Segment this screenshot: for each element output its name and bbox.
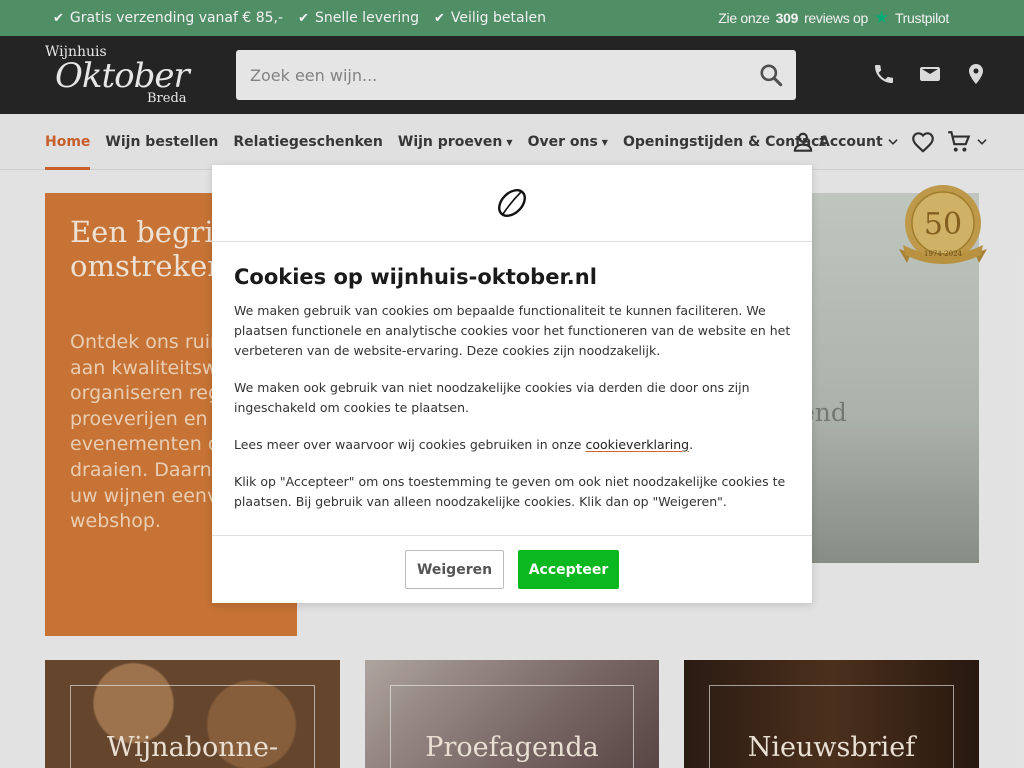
cookie-modal-header	[212, 165, 812, 242]
cookie-paragraph-3-text: Lees meer over waarvoor wij cookies gebr…	[234, 437, 582, 452]
cookie-modal-footer: Weigeren Accepteer	[212, 535, 812, 603]
cookie-title: Cookies op wijnhuis-oktober.nl	[234, 265, 597, 289]
cookie-paragraph-2: We maken ook gebruik van niet noodzakeli…	[234, 380, 750, 415]
cookie-paragraph-4: Klik op "Accepteer" om ons toestemming t…	[234, 474, 786, 509]
cookie-paragraph-1: We maken gebruik van cookies om bepaalde…	[234, 303, 791, 358]
cookie-paragraph-3: Lees meer over waarvoor wij cookies gebr…	[234, 435, 794, 455]
cookie-body: We maken gebruik van cookies om bepaalde…	[234, 301, 794, 529]
oktober-logo-icon	[498, 189, 526, 217]
cookie-paragraph-3-end: .	[689, 437, 694, 452]
cookie-policy-link[interactable]: cookieverklaring	[585, 437, 689, 452]
accept-button[interactable]: Accepteer	[518, 550, 619, 589]
refuse-button[interactable]: Weigeren	[405, 550, 504, 589]
cookie-modal: Cookies op wijnhuis-oktober.nl We maken …	[212, 165, 812, 603]
